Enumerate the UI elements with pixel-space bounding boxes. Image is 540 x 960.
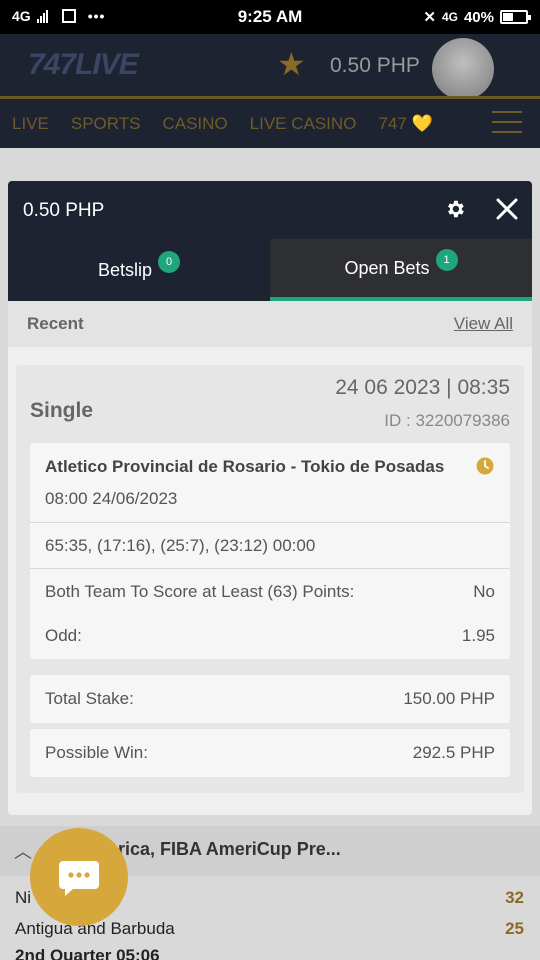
event-score: 65:35, (17:16), (25:7), (23:12) 00:00 — [45, 536, 316, 555]
tab-label: Betslip — [97, 259, 153, 280]
possible-win-label: Possible Win: — [45, 743, 148, 762]
mute-icon: ✕ — [423, 9, 436, 26]
possible-win-value: 292.5 PHP — [412, 743, 495, 762]
chevron-up-icon[interactable]: ︿ — [14, 838, 32, 864]
battery-percent: 40% — [463, 8, 494, 26]
app-header: 747LIVE ★ 0.50 PHP — [0, 34, 540, 100]
status-right: ✕ 4G 40% — [423, 8, 531, 26]
event-date: 08:00 24/06/2023 — [45, 489, 178, 508]
bet-card: Single 24 06 2023 | 08:35 ID : 322007938… — [16, 365, 524, 793]
close-icon[interactable] — [494, 196, 520, 222]
network-right-label: 4G — [441, 10, 458, 24]
tab-betslip[interactable]: Betslip 0 — [8, 239, 270, 301]
total-stake-row: Total Stake: 150.00 PHP — [30, 675, 510, 723]
team-score: 32 — [505, 888, 524, 907]
nav-live[interactable]: LIVE — [12, 114, 49, 134]
view-all-link[interactable]: View All — [454, 314, 513, 334]
chat-button[interactable] — [30, 828, 128, 926]
market-pick: No — [473, 582, 495, 601]
team-name: Ni — [15, 888, 32, 907]
hamburger-menu-icon[interactable] — [492, 111, 522, 141]
clock-icon — [476, 457, 494, 475]
nav-sports[interactable]: SPORTS — [71, 114, 141, 134]
modal-balance: 0.50 PHP — [23, 200, 105, 221]
logo[interactable]: 747LIVE — [28, 48, 139, 82]
total-stake-label: Total Stake: — [45, 689, 134, 708]
divider — [30, 568, 510, 569]
nav-casino[interactable]: CASINO — [162, 114, 227, 134]
recent-label: Recent — [27, 314, 84, 333]
chat-icon — [59, 861, 99, 896]
bet-type: Single — [30, 399, 94, 422]
gear-icon[interactable] — [444, 198, 466, 220]
bet-datetime: 24 06 2023 | 08:35 — [335, 376, 510, 399]
divider — [30, 522, 510, 523]
quarter-status: 2nd Quarter 05:06 — [15, 946, 160, 960]
tab-label: Open Bets — [344, 257, 430, 278]
nav-live-casino[interactable]: LIVE CASINO — [250, 114, 357, 134]
total-stake-value: 150.00 PHP — [403, 689, 495, 708]
betslip-count-badge: 0 — [158, 251, 181, 273]
league-name: rica, FIBA AmeriCup Pre... — [118, 839, 341, 859]
star-icon[interactable]: ★ — [277, 48, 306, 80]
recent-bar: Recent View All — [8, 301, 532, 347]
tab-open-bets[interactable]: Open Bets 1 — [270, 239, 532, 301]
market-name: Both Team To Score at Least (63) Points: — [45, 582, 355, 601]
possible-win-row: Possible Win: 292.5 PHP — [30, 729, 510, 777]
open-bets-count-badge: 1 — [435, 249, 458, 271]
bet-id: ID : 3220079386 — [384, 411, 510, 430]
status-bar: 4G ••• 9:25 AM ✕ 4G 40% — [0, 0, 540, 34]
odd-label: Odd: — [45, 626, 82, 645]
event-details: Atletico Provincial de Rosario - Tokio d… — [30, 443, 510, 659]
odd-value: 1.95 — [461, 626, 495, 645]
battery-icon — [500, 10, 531, 24]
modal-header: 0.50 PHP — [8, 181, 532, 239]
nav-747[interactable]: 747 💛 — [378, 114, 432, 134]
bet-modal: 0.50 PHP Betslip 0 Open Bets 1 Recent Vi… — [8, 181, 532, 815]
bet-tabs: Betslip 0 Open Bets 1 — [8, 239, 532, 301]
event-name: Atletico Provincial de Rosario - Tokio d… — [45, 457, 445, 476]
avatar[interactable] — [432, 38, 494, 100]
main-nav: LIVE SPORTS CASINO LIVE CASINO 747 💛 — [0, 96, 540, 148]
header-balance: 0.50 PHP — [330, 54, 420, 77]
team-score: 25 — [505, 919, 524, 938]
